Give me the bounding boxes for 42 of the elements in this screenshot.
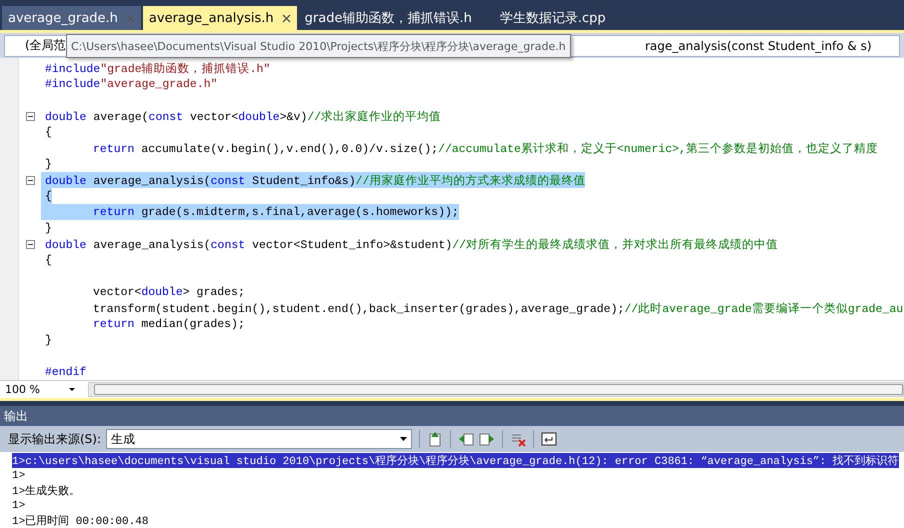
panel-title: 输出 — [0, 406, 904, 426]
output-line: 1>c:\users\hasee\documents\visual studio 2010\projects\程序分块\程序分块\average_grade.h(12): error C3861: “average_analysis”: 找不到标识符 — [12, 454, 899, 468]
zoom-dropdown[interactable]: 100 % — [0, 382, 80, 397]
code-line: #endif — [45, 366, 86, 378]
code-line: { — [45, 126, 52, 138]
word-wrap-icon[interactable] — [541, 431, 558, 447]
collapse-icon[interactable] — [26, 240, 34, 248]
code-line: transform(student.begin(),student.end(),back_inserter(grades),average_grade);//此时average_grade需要编译一个类似grade_au — [93, 302, 904, 316]
output-line: 1>生成失败。 — [12, 484, 80, 498]
output-line: 1>已用时间 00:00:00.48 — [12, 514, 148, 528]
code-line: return accumulate(v.begin(),v.end(),0.0)/v.size();//accumulate累计求和，定义于<numeric>,第三个参数是初始值，也定义了精度 — [93, 141, 878, 156]
collapse-icon[interactable] — [26, 176, 34, 184]
code-line: vector<double> grades; — [93, 286, 245, 298]
file-tab[interactable]: average_grade.h — [2, 6, 141, 30]
previous-icon[interactable] — [458, 431, 474, 447]
code-line: double average_analysis(const Student_info&s)//用家庭作业平均的方式来求成绩的最终值 — [45, 173, 586, 188]
code-line: #include"grade辅助函数，捕抓错误.h" — [45, 62, 270, 76]
code-line: { — [45, 190, 52, 202]
close-icon[interactable] — [282, 14, 291, 22]
collapse-icon[interactable] — [26, 112, 34, 120]
code-line: double average(const vector<double>&v)//求出家庭作业的平均值 — [45, 109, 442, 124]
code-line: } — [45, 334, 52, 346]
code-line: { — [45, 254, 52, 266]
code-line: return grade(s.midterm,s.final,average(s.homeworks)); — [93, 206, 459, 218]
caret-icon — [400, 437, 408, 441]
file-tab[interactable]: average_analysis.h — [142, 6, 297, 30]
code-line: double average_analysis(const vector<Student_info>&student)//对所有学生的最终成绩求值，并对求出所有最终成绩的中值 — [45, 238, 778, 252]
file-tab[interactable]: 学生数据记录.cpp — [494, 6, 612, 30]
code-line: return median(grades); — [93, 318, 245, 330]
output-line: 1> — [12, 470, 26, 482]
file-path-tooltip: C:\Users\hasee\Documents\Visual Studio 2010\Projects\程序分块\程序分块\average_grade.h — [66, 34, 571, 58]
code-line: } — [45, 158, 52, 170]
code-line: } — [45, 222, 52, 234]
go-to-icon[interactable] — [427, 431, 444, 447]
source-label: 显示输出来源(S): — [8, 430, 102, 448]
next-icon[interactable] — [479, 431, 496, 447]
source-dropdown[interactable]: 生成 — [106, 429, 412, 449]
file-tab[interactable]: grade辅助函数，捕抓错误.h — [298, 6, 478, 30]
caret-icon — [69, 388, 75, 391]
horizontal-scrollbar[interactable] — [88, 382, 904, 397]
code-line: #include"average_grade.h" — [45, 78, 218, 90]
output-line: 1> — [12, 500, 26, 512]
